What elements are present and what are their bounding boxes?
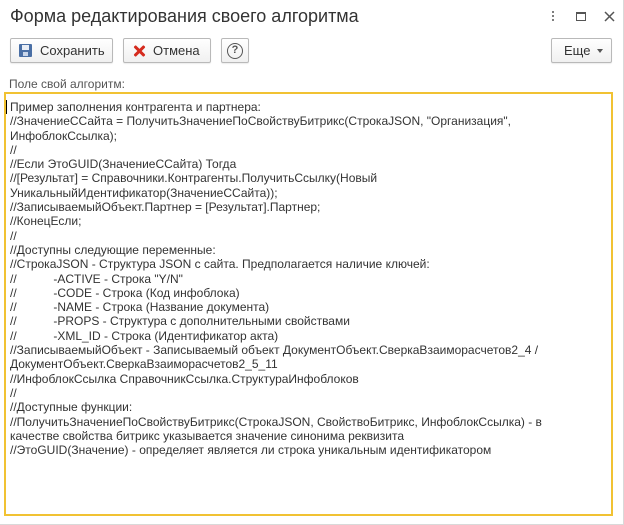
window-controls <box>546 6 616 26</box>
algorithm-edit-window: Форма редактирования своего алгоритма Со… <box>0 0 624 525</box>
code-line: // <box>10 142 17 157</box>
more-actions-button[interactable]: Еще <box>551 38 612 63</box>
code-line: ИнфоблокСсылка); <box>10 128 118 143</box>
code-line: // -PROPS - Структура с дополнительными … <box>10 314 350 329</box>
save-button[interactable]: Сохранить <box>10 38 113 63</box>
code-line: //Доступны следующие переменные: <box>10 242 216 257</box>
chevron-down-icon <box>597 48 604 53</box>
code-line: // -ACTIVE - Строка "Y/N" <box>10 271 183 286</box>
floppy-disk-icon <box>18 43 34 59</box>
code-line: //ЗначениеССайта = ПолучитьЗначениеПоСво… <box>10 114 512 129</box>
code-line: //ИнфоблокСсылка СправочникСсылка.Структ… <box>10 371 359 386</box>
cancel-button[interactable]: Отмена <box>123 38 211 63</box>
title-bar: Форма редактирования своего алгоритма <box>0 0 624 34</box>
code-line: качестве свойства битрикс указывается зн… <box>10 428 404 443</box>
algorithm-textarea[interactable]: Пример заполнения контрагента и партнера… <box>4 92 613 516</box>
code-line: //ЗаписываемыйОбъект.Партнер = [Результа… <box>10 200 321 215</box>
code-line: //СтрокаJSON - Структура JSON с сайта. П… <box>10 257 430 272</box>
maximize-icon[interactable] <box>574 6 588 26</box>
cancel-button-label: Отмена <box>153 43 200 58</box>
code-line: //[Результат] = Справочники.Контрагенты.… <box>10 171 378 186</box>
window-title: Форма редактирования своего алгоритма <box>10 6 359 26</box>
code-line: //ЭтоGUID(Значение) - определяет являетс… <box>10 443 492 458</box>
algorithm-text: Пример заполнения контрагента и партнера… <box>10 100 609 457</box>
code-line: ДокументОбъект.СверкаВзаиморасчетов2_5_1… <box>10 357 278 372</box>
save-button-label: Сохранить <box>40 43 105 58</box>
help-button[interactable]: ? <box>221 38 249 63</box>
close-icon[interactable] <box>602 6 616 26</box>
code-line: УникальныйИдентификатор(ЗначениеССайта))… <box>10 185 278 200</box>
code-line: //ПолучитьЗначениеПоСвойствуБитрикс(Стро… <box>10 414 542 429</box>
text-cursor <box>6 100 7 114</box>
code-line: // <box>10 228 17 243</box>
code-line: //Если ЭтоGUID(ЗначениеССайта) Тогда <box>10 157 237 172</box>
command-bar: Сохранить Отмена ? Еще <box>0 36 624 66</box>
code-line: // -NAME - Строка (Название документа) <box>10 300 270 315</box>
red-cross-icon <box>131 43 147 59</box>
code-line: //ЗаписываемыйОбъект - Записываемый объе… <box>10 343 539 358</box>
code-line: Пример заполнения контрагента и партнера… <box>10 100 261 114</box>
code-line: // <box>10 385 17 400</box>
code-line: // -XML_ID - Строка (Идентификатор акта) <box>10 328 279 343</box>
code-line: //Доступные функции: <box>10 400 133 415</box>
code-line: //КонецЕсли; <box>10 214 82 229</box>
more-actions-label: Еще <box>564 43 591 58</box>
question-mark-icon: ? <box>227 42 243 59</box>
algorithm-field-label: Поле свой алгоритм: <box>9 77 125 91</box>
more-icon[interactable] <box>546 6 560 26</box>
code-line: // -CODE - Строка (Код инфоблока) <box>10 285 240 300</box>
